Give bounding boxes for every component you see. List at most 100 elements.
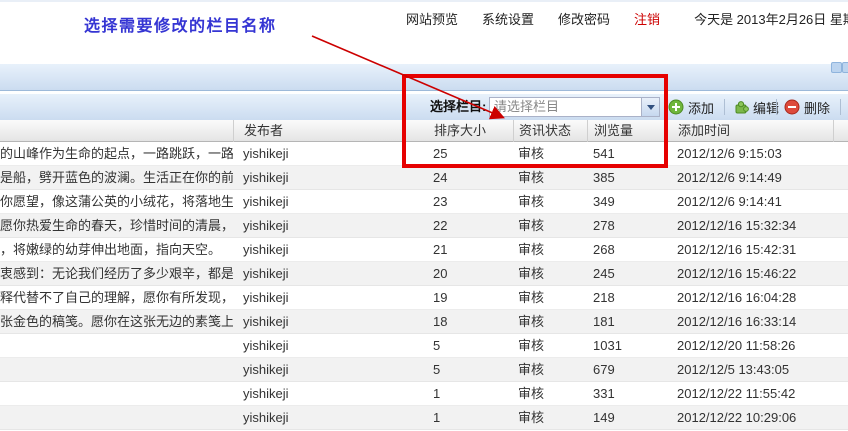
toolbar-divider [840, 99, 841, 115]
cell-status: 审核 [513, 262, 587, 285]
cell-filler [833, 166, 848, 189]
combobox-dropdown-trigger[interactable] [641, 98, 659, 116]
cell-title[interactable]: 张金色的稿笺。愿你在这张无边的素笺上，... [0, 310, 233, 333]
cell-filler [833, 190, 848, 213]
cell-view-count: 278 [587, 214, 667, 237]
cell-view-count: 181 [587, 310, 667, 333]
cell-filler [833, 334, 848, 357]
cell-sort-size: 21 [404, 238, 513, 261]
cell-filler [833, 142, 848, 165]
cell-publisher: yishikeji [233, 286, 404, 309]
table-row[interactable]: 的山峰作为生命的起点，一路跳跃，一路奔... yishikeji 25 审核 5… [0, 142, 848, 166]
select-column-label: 选择栏目: [430, 94, 486, 120]
cell-status: 审核 [513, 358, 587, 381]
table-row[interactable]: yishikeji 1 审核 149 2012/12/22 10:29:06 [0, 406, 848, 430]
cell-publisher: yishikeji [233, 142, 404, 165]
header-sort-size[interactable]: 排序大小 [404, 120, 513, 142]
top-navigation: 网站预览 系统设置 修改密码 注销 今天是 2013年2月26日 星期二 [405, 9, 845, 27]
cell-view-count: 331 [587, 382, 667, 405]
table-row[interactable]: yishikeji 5 审核 1031 2012/12/20 11:58:26 [0, 334, 848, 358]
column-select-combobox[interactable]: 请选择栏目 [489, 97, 660, 117]
nav-system-settings[interactable]: 系统设置 [481, 9, 535, 28]
cell-filler [833, 238, 848, 261]
cell-status: 审核 [513, 214, 587, 237]
cell-status: 审核 [513, 190, 587, 213]
cell-view-count: 149 [587, 406, 667, 429]
nav-site-preview[interactable]: 网站预览 [405, 9, 459, 28]
table-header-row: 发布者 排序大小 资讯状态 浏览量 添加时间 [0, 120, 848, 142]
header-filler [833, 120, 848, 142]
cell-sort-size: 23 [404, 190, 513, 213]
cell-title[interactable] [0, 406, 233, 429]
header-add-time[interactable]: 添加时间 [667, 120, 833, 142]
toolbar: 选择栏目: 请选择栏目 添加 编辑 删除 [0, 93, 848, 121]
header-title[interactable] [0, 120, 233, 142]
cell-status: 审核 [513, 286, 587, 309]
cell-title[interactable]: 衷感到：无论我们经历了多少艰辛，都是值... [0, 262, 233, 285]
table-row[interactable]: yishikeji 1 审核 331 2012/12/22 11:55:42 [0, 382, 848, 406]
cell-status: 审核 [513, 166, 587, 189]
cell-filler [833, 262, 848, 285]
cell-sort-size: 24 [404, 166, 513, 189]
cell-title[interactable] [0, 358, 233, 381]
annotation-text: 选择需要修改的栏目名称 [84, 12, 277, 36]
cell-publisher: yishikeji [233, 238, 404, 261]
cell-title[interactable]: 的山峰作为生命的起点，一路跳跃，一路奔... [0, 142, 233, 165]
cell-publisher: yishikeji [233, 406, 404, 429]
table-row[interactable]: yishikeji 5 审核 679 2012/12/5 13:43:05 [0, 358, 848, 382]
cell-status: 审核 [513, 334, 587, 357]
cell-sort-size: 5 [404, 358, 513, 381]
cell-filler [833, 310, 848, 333]
cell-title[interactable] [0, 382, 233, 405]
table-row[interactable]: 愿你热爱生命的春天，珍惜时间的清晨，学... yishikeji 22 审核 2… [0, 214, 848, 238]
cell-title[interactable]: 你愿望，像这蒲公英的小绒花，将落地生根... [0, 190, 233, 213]
current-date-text: 今天是 2013年2月26日 星期二 [694, 9, 848, 28]
cell-filler [833, 406, 848, 429]
cell-add-time: 2012/12/20 11:58:26 [667, 334, 833, 357]
cell-publisher: yishikeji [233, 334, 404, 357]
delete-button[interactable]: 删除 [784, 94, 830, 120]
cell-status: 审核 [513, 382, 587, 405]
cell-publisher: yishikeji [233, 310, 404, 333]
cell-add-time: 2012/12/22 10:29:06 [667, 406, 833, 429]
toolbar-divider [724, 99, 725, 115]
add-button[interactable]: 添加 [668, 94, 714, 120]
cell-status: 审核 [513, 238, 587, 261]
cell-publisher: yishikeji [233, 214, 404, 237]
table-row[interactable]: ，将嫩绿的幼芽伸出地面，指向天空。 yishikeji 21 审核 268 20… [0, 238, 848, 262]
cell-add-time: 2012/12/16 16:33:14 [667, 310, 833, 333]
header-publisher[interactable]: 发布者 [233, 120, 404, 142]
header-status[interactable]: 资讯状态 [513, 120, 587, 142]
cell-add-time: 2012/12/16 15:32:34 [667, 214, 833, 237]
cell-publisher: yishikeji [233, 190, 404, 213]
table-row[interactable]: 衷感到：无论我们经历了多少艰辛，都是值... yishikeji 20 审核 2… [0, 262, 848, 286]
add-button-label: 添加 [688, 98, 714, 117]
cell-filler [833, 358, 848, 381]
edit-button[interactable]: 编辑 [733, 94, 779, 120]
cell-title[interactable]: ，将嫩绿的幼芽伸出地面，指向天空。 [0, 238, 233, 261]
cell-filler [833, 286, 848, 309]
cell-add-time: 2012/12/6 9:14:49 [667, 166, 833, 189]
table-row[interactable]: 你愿望，像这蒲公英的小绒花，将落地生根... yishikeji 23 审核 3… [0, 190, 848, 214]
cell-title[interactable]: 释代替不了自己的理解，愿你有所发现，有... [0, 286, 233, 309]
cell-add-time: 2012/12/22 11:55:42 [667, 382, 833, 405]
header-view-count[interactable]: 浏览量 [587, 120, 667, 142]
table-row[interactable]: 释代替不了自己的理解，愿你有所发现，有... yishikeji 19 审核 2… [0, 286, 848, 310]
table-row[interactable]: 是船，劈开蓝色的波澜。生活正在你的前方... yishikeji 24 审核 3… [0, 166, 848, 190]
nav-change-password[interactable]: 修改密码 [557, 9, 611, 28]
page-top-strip [0, 0, 848, 2]
toolbar-divider [666, 99, 667, 115]
cell-sort-size: 19 [404, 286, 513, 309]
table-row[interactable]: 张金色的稿笺。愿你在这张无边的素笺上，... yishikeji 18 审核 1… [0, 310, 848, 334]
chevron-down-icon [647, 105, 655, 110]
panel-tool-icon[interactable] [831, 62, 842, 73]
toolbar-divider [776, 99, 777, 115]
nav-logout[interactable]: 注销 [633, 9, 661, 28]
cell-publisher: yishikeji [233, 358, 404, 381]
cell-filler [833, 382, 848, 405]
edit-icon [733, 99, 749, 115]
panel-tool-icon[interactable] [842, 62, 848, 73]
cell-title[interactable]: 是船，劈开蓝色的波澜。生活正在你的前方... [0, 166, 233, 189]
cell-title[interactable] [0, 334, 233, 357]
cell-title[interactable]: 愿你热爱生命的春天，珍惜时间的清晨，学... [0, 214, 233, 237]
